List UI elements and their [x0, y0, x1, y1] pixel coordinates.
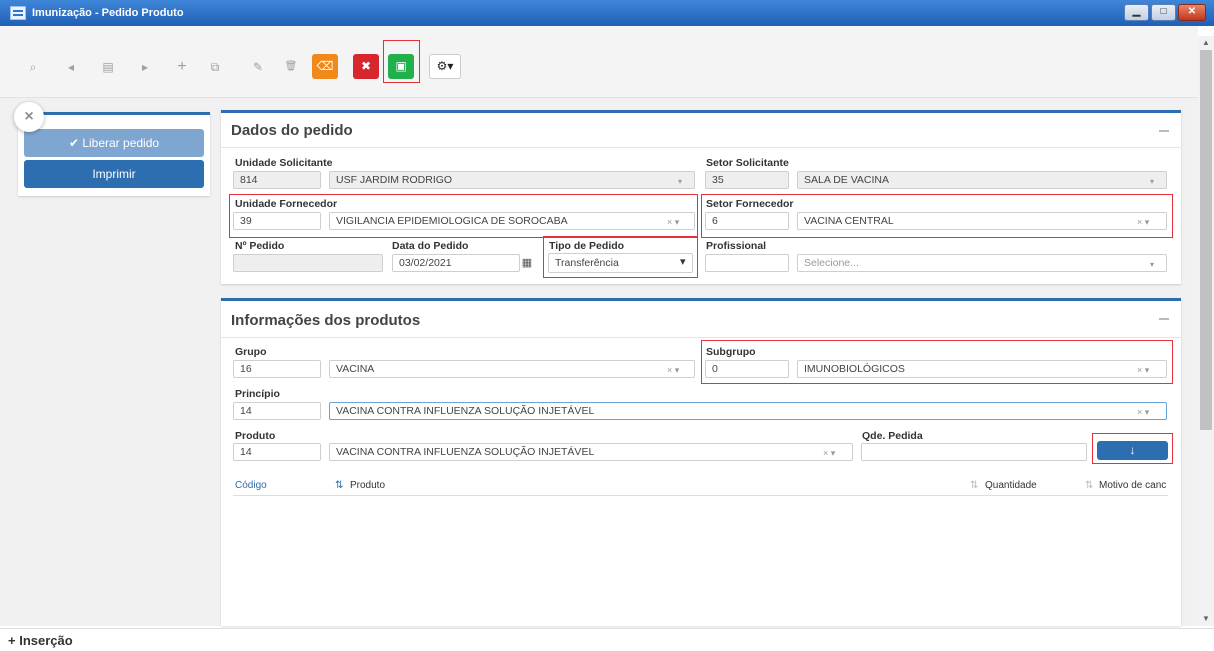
maximize-button[interactable]: □: [1151, 4, 1176, 21]
unidade-solicitante-select: USF JARDIM RODRIGO: [329, 171, 695, 189]
principio-select[interactable]: VACINA CONTRA INFLUENZA SOLUÇÃO INJETÁVE…: [329, 402, 1167, 420]
cancel-icon[interactable]: ✖: [353, 54, 379, 79]
collapse-icon[interactable]: [1159, 318, 1169, 320]
print-button[interactable]: Imprimir: [24, 160, 204, 188]
divider: [221, 147, 1181, 148]
produto-code[interactable]: 14: [233, 443, 321, 461]
setor-solicitante-select: SALA DE VACINA: [797, 171, 1167, 189]
chevron-down-icon: ▾: [680, 256, 686, 268]
gear-icon[interactable]: ⚙▾: [429, 54, 461, 79]
subgrupo-select[interactable]: IMUNOBIOLÓGICOS: [797, 360, 1167, 378]
search-icon[interactable]: ⌕: [22, 56, 44, 78]
eraser-icon[interactable]: ⌫: [312, 54, 338, 79]
window-titlebar: Imunização - Pedido Produto ▁ □ ✕: [0, 0, 1214, 26]
unidade-solicitante-label: Unidade Solicitante: [235, 157, 333, 169]
unidade-fornecedor-label: Unidade Fornecedor: [235, 198, 338, 210]
scrollbar-thumb[interactable]: [1200, 50, 1212, 430]
setor-solicitante-label: Setor Solicitante: [706, 157, 789, 169]
order-panel-title: Dados do pedido: [231, 122, 353, 139]
clear-icon[interactable]: × ▾: [1137, 407, 1149, 418]
insercao-label[interactable]: + Inserção: [8, 633, 73, 648]
list-icon[interactable]: ▤: [97, 56, 119, 78]
dropdown-icon: ▾: [1150, 260, 1155, 269]
products-panel: Informações dos produtos: [221, 298, 1181, 626]
sort-icon[interactable]: ⇅: [335, 480, 343, 491]
close-window-button[interactable]: ✕: [1178, 4, 1206, 21]
clear-icon[interactable]: × ▾: [1137, 365, 1149, 376]
grupo-label: Grupo: [235, 346, 267, 358]
unidade-fornecedor-code[interactable]: 39: [233, 212, 321, 230]
sort-icon[interactable]: ⇅: [1085, 480, 1093, 491]
profissional-select[interactable]: Selecione...: [797, 254, 1167, 272]
column-codigo[interactable]: Código: [235, 480, 267, 491]
trash-icon[interactable]: 🗑: [280, 56, 302, 78]
clear-icon[interactable]: × ▾: [667, 217, 679, 228]
minimize-button[interactable]: ▁: [1124, 4, 1149, 21]
actions-panel: ✔ Liberar pedido Imprimir: [18, 112, 210, 196]
clear-icon[interactable]: × ▾: [1137, 217, 1149, 228]
dropdown-icon: ▾: [678, 177, 683, 186]
add-product-button[interactable]: ↓: [1097, 441, 1168, 460]
tipo-pedido-label: Tipo de Pedido: [549, 240, 625, 252]
data-pedido-field[interactable]: 03/02/2021: [392, 254, 520, 272]
profissional-code[interactable]: [705, 254, 789, 272]
column-motivo[interactable]: Motivo de canc: [1099, 480, 1168, 491]
products-panel-title: Informações dos produtos: [231, 312, 421, 329]
tipo-pedido-select[interactable]: Transferência: [548, 253, 693, 273]
numero-pedido-label: Nº Pedido: [235, 240, 285, 252]
release-order-button[interactable]: ✔ Liberar pedido: [24, 129, 204, 157]
unidade-solicitante-code: 814: [233, 171, 321, 189]
footer-bar: + Inserção: [0, 628, 1214, 651]
chevron-left-circle-icon[interactable]: ◂: [60, 56, 82, 78]
setor-fornecedor-select[interactable]: VACINA CENTRAL: [797, 212, 1167, 230]
grupo-code[interactable]: 16: [233, 360, 321, 378]
column-produto[interactable]: Produto: [350, 480, 385, 491]
chevron-right-circle-icon[interactable]: ▸: [134, 56, 156, 78]
scroll-up-icon[interactable]: ▲: [1202, 38, 1210, 47]
unidade-fornecedor-select[interactable]: VIGILANCIA EPIDEMIOLOGICA DE SOROCABA: [329, 212, 695, 230]
plus-icon[interactable]: +: [171, 56, 193, 78]
scrollbar[interactable]: ▲ ▼: [1198, 36, 1214, 626]
principio-code[interactable]: 14: [233, 402, 321, 420]
collapse-icon[interactable]: [1159, 130, 1169, 132]
calendar-icon[interactable]: ▦: [518, 254, 536, 272]
scroll-down-icon[interactable]: ▼: [1202, 614, 1210, 623]
principio-label: Princípio: [235, 388, 280, 400]
qtde-label: Qde. Pedida: [862, 430, 923, 442]
copy-icon[interactable]: ⧉: [204, 56, 226, 78]
produto-select[interactable]: VACINA CONTRA INFLUENZA SOLUÇÃO INJETÁVE…: [329, 443, 853, 461]
edit-icon[interactable]: ✎: [247, 56, 269, 78]
qtde-field[interactable]: [861, 443, 1087, 461]
app-icon: [10, 6, 26, 20]
dropdown-icon: ▾: [1150, 177, 1155, 186]
divider: [221, 337, 1181, 338]
numero-pedido-field: [233, 254, 383, 272]
window-title: Imunização - Pedido Produto: [32, 7, 184, 19]
setor-solicitante-code: 35: [705, 171, 789, 189]
subgrupo-code[interactable]: 0: [705, 360, 789, 378]
produto-label: Produto: [235, 430, 276, 442]
save-icon[interactable]: ▣: [388, 54, 414, 79]
clear-icon[interactable]: × ▾: [823, 448, 835, 459]
grupo-select[interactable]: VACINA: [329, 360, 695, 378]
data-pedido-label: Data do Pedido: [392, 240, 469, 252]
subgrupo-label: Subgrupo: [706, 346, 756, 358]
sort-icon[interactable]: ⇅: [970, 480, 978, 491]
clear-icon[interactable]: × ▾: [667, 365, 679, 376]
setor-fornecedor-label: Setor Fornecedor: [706, 198, 794, 210]
setor-fornecedor-code[interactable]: 6: [705, 212, 789, 230]
close-panel-icon[interactable]: ×: [14, 102, 44, 132]
profissional-label: Profissional: [706, 240, 767, 252]
column-quantidade[interactable]: Quantidade: [985, 480, 1037, 491]
